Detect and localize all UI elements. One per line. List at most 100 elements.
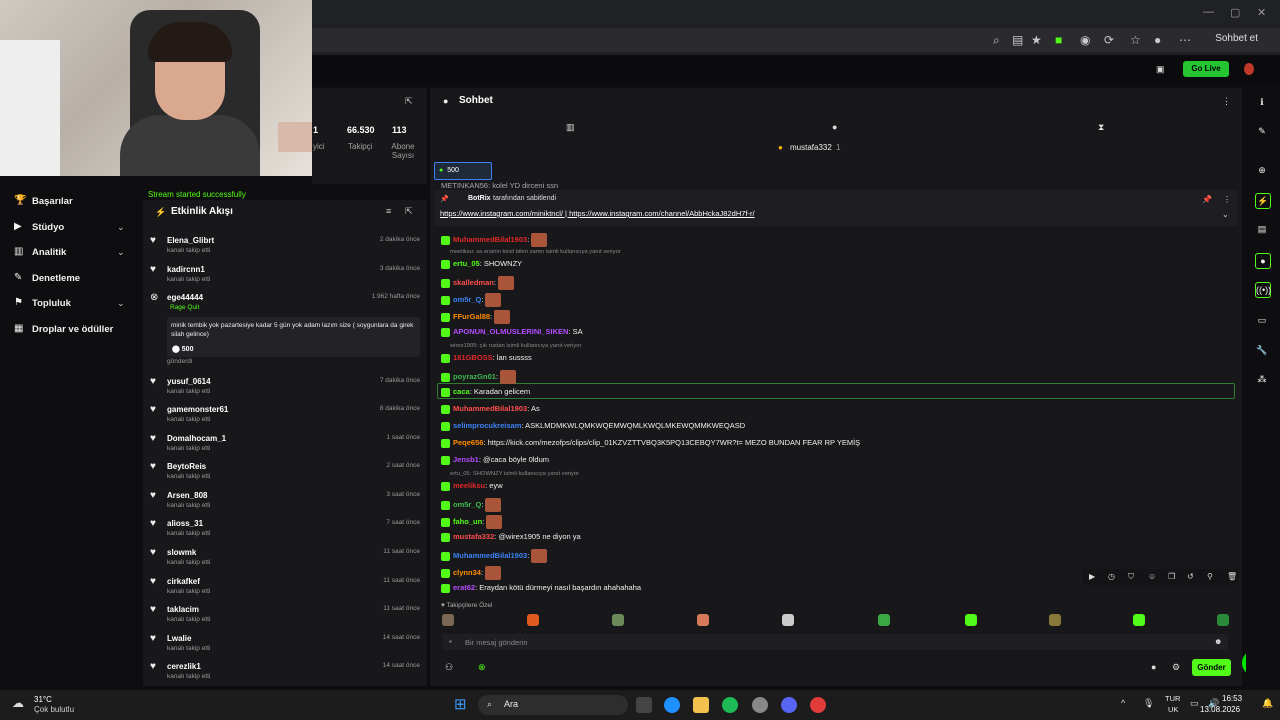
chat-message[interactable]: MuhammedBilal1903: xyxy=(441,233,548,247)
emote-icon[interactable] xyxy=(1049,614,1061,626)
nav-item-basarilar[interactable]: Başarılar xyxy=(32,196,73,207)
activity-user[interactable]: yusuf_0614 xyxy=(167,377,211,386)
chat-username[interactable]: erat62 xyxy=(453,583,475,592)
activity-user[interactable]: gamemonster61 xyxy=(167,405,228,414)
minimize-icon[interactable]: — xyxy=(1203,6,1214,18)
hourglass-tab-icon[interactable]: ⧗ xyxy=(1098,122,1104,133)
activity-user[interactable]: cerezlik1 xyxy=(167,662,201,671)
chat-icon[interactable]: ● xyxy=(1255,253,1271,269)
lang-primary[interactable]: TUR xyxy=(1165,694,1180,703)
emoji-picker-icon[interactable]: ☻ xyxy=(1214,637,1222,646)
extension-icon[interactable]: ◉ xyxy=(1080,33,1090,47)
chat-message[interactable]: poyrazGn01: xyxy=(441,370,517,384)
chat-message[interactable]: meeliksu: eyw xyxy=(441,481,503,491)
chat-message[interactable]: caca: Karadan gelicem xyxy=(441,387,530,397)
activity-user[interactable]: Lwalie xyxy=(167,634,191,643)
edge-icon[interactable] xyxy=(664,697,680,713)
unpin-icon[interactable]: 📌 xyxy=(1202,195,1212,204)
chat-username[interactable]: ertu_05 xyxy=(453,259,480,268)
chevron-down-icon[interactable]: ⌄ xyxy=(117,222,125,233)
taskbar-search[interactable] xyxy=(478,695,628,715)
screen-icon[interactable]: ▭ xyxy=(1255,313,1269,327)
points-icon[interactable]: ⚇ xyxy=(445,662,453,673)
app-icon[interactable] xyxy=(810,697,826,713)
wrench-icon[interactable]: 🔧 xyxy=(1255,343,1269,357)
settings-icon[interactable]: ⚙ xyxy=(1172,662,1180,673)
play-icon[interactable]: ▶ xyxy=(1089,572,1095,581)
chat-username[interactable]: APONUN_OLMUSLERINI_SIKEN xyxy=(453,327,568,336)
more-icon[interactable]: ⋯ xyxy=(1179,33,1191,47)
activity-user[interactable]: Elena_Glibrt xyxy=(167,236,214,245)
nav-item-analitik[interactable]: Analitik xyxy=(32,247,66,258)
chat-username[interactable]: om5r_Q xyxy=(453,295,481,304)
chat-message[interactable]: MuhammedBilal1903: As xyxy=(441,404,540,414)
send-button[interactable]: Gönder xyxy=(1192,659,1231,676)
emote-icon[interactable] xyxy=(1217,614,1229,626)
chat-message[interactable]: erat62: Eraydan kötü dürmeyi nasıl başar… xyxy=(441,583,641,593)
shield-icon[interactable]: ⛉ xyxy=(1128,572,1134,582)
emote-icon[interactable] xyxy=(782,614,794,626)
chat-message[interactable]: ertu_05: SHOWNZY xyxy=(441,259,522,269)
chat-message[interactable]: 181GBOSS: lan sussss xyxy=(441,353,532,363)
chat-message[interactable]: clynn34: xyxy=(441,566,502,580)
search-label[interactable]: Ara xyxy=(504,699,518,709)
chat-message[interactable]: Peqe656: https://kick.com/mezofps/clips/… xyxy=(441,438,860,448)
go-live-button[interactable]: Go Live xyxy=(1183,61,1229,77)
chat-message[interactable]: om5r_Q: xyxy=(441,293,502,307)
favorites-icon[interactable]: ☆ xyxy=(1130,33,1141,47)
emote-icon[interactable] xyxy=(612,614,624,626)
chat-username[interactable]: MuhammedBilal1903 xyxy=(453,551,527,560)
clock-icon[interactable]: ◷ xyxy=(1108,572,1115,581)
star-icon[interactable]: ★ xyxy=(1031,33,1042,47)
chat-message[interactable]: selimprocukreisam: ASKLMDMKWLQMKWQEMWQML… xyxy=(441,421,745,431)
more-vertical-icon[interactable]: ⋮ xyxy=(1222,96,1231,107)
edit-icon[interactable]: ✎ xyxy=(1255,124,1269,138)
chevron-up-icon[interactable]: ^ xyxy=(1121,698,1125,708)
chat-bubble-icon[interactable]: ● xyxy=(1151,662,1156,672)
chat-message[interactable]: skalledman: xyxy=(441,276,514,290)
chat-username[interactable]: mustafa332 xyxy=(453,532,494,541)
broadcast-icon[interactable]: ((•)) xyxy=(1255,282,1271,298)
chat-username[interactable]: Peqe656 xyxy=(453,438,483,447)
chat-message[interactable]: Jensb1: @caca böyle 0ldum xyxy=(441,455,549,465)
chat-input[interactable] xyxy=(442,634,1228,650)
discord-icon[interactable] xyxy=(781,697,797,713)
activity-user[interactable]: cirkafkef xyxy=(167,577,200,586)
popout-icon[interactable]: ⇱ xyxy=(405,206,413,217)
dashboard-icon[interactable]: ▣ xyxy=(1156,64,1165,75)
avatar[interactable] xyxy=(1244,63,1254,75)
activity-user[interactable]: taklacim xyxy=(167,605,199,614)
filter-icon[interactable]: ≡ xyxy=(386,206,391,216)
chat-username[interactable]: om5r_Q xyxy=(453,500,481,509)
activity-user[interactable]: kadircnn1 xyxy=(167,265,205,274)
undo-icon[interactable]: ↺ xyxy=(1187,572,1194,581)
chat-username[interactable]: meeliksu xyxy=(453,481,485,490)
activity-user[interactable]: Arsen_808 xyxy=(167,491,207,500)
emote-icon[interactable] xyxy=(878,614,890,626)
chat-message[interactable]: om5r_Q: xyxy=(441,498,502,512)
mic-icon[interactable]: 🎙 xyxy=(1143,698,1154,709)
activity-user[interactable]: slowmk xyxy=(167,548,196,557)
reader-icon[interactable]: ▤ xyxy=(1012,33,1023,47)
nav-item-denetleme[interactable]: Denetleme xyxy=(32,273,80,284)
popout-icon[interactable]: ⇱ xyxy=(405,96,413,107)
maximize-icon[interactable]: ▢ xyxy=(1230,6,1240,19)
emote-icon[interactable] xyxy=(965,614,977,626)
lightning-icon[interactable]: ⚡ xyxy=(1255,193,1271,209)
chat-message[interactable]: FFurGal88: xyxy=(441,310,511,324)
users-icon[interactable]: ⁂ xyxy=(1255,372,1269,386)
chevron-down-icon[interactable]: ⌄ xyxy=(117,298,125,309)
chat-message[interactable]: mustafa332: @wirex1905 ne diyon ya xyxy=(441,532,581,542)
emote-icon[interactable] xyxy=(697,614,709,626)
emote-icon[interactable] xyxy=(442,614,454,626)
activity-user[interactable]: Domalhocam_1 xyxy=(167,434,226,443)
emote-icon[interactable] xyxy=(527,614,539,626)
windows-start-icon[interactable]: ⊞ xyxy=(454,695,467,713)
nav-item-droplar[interactable]: Droplar ve ödüller xyxy=(32,324,113,335)
info-icon[interactable]: ℹ xyxy=(1255,95,1269,109)
activity-user[interactable]: ege44444 xyxy=(167,293,203,302)
gift-badge[interactable]: ● 500 xyxy=(434,162,492,180)
chat-username[interactable]: poyrazGn01 xyxy=(453,372,496,381)
copy-icon[interactable]: ❐ xyxy=(1168,572,1175,581)
refresh-icon[interactable]: ⟳ xyxy=(1104,33,1114,47)
